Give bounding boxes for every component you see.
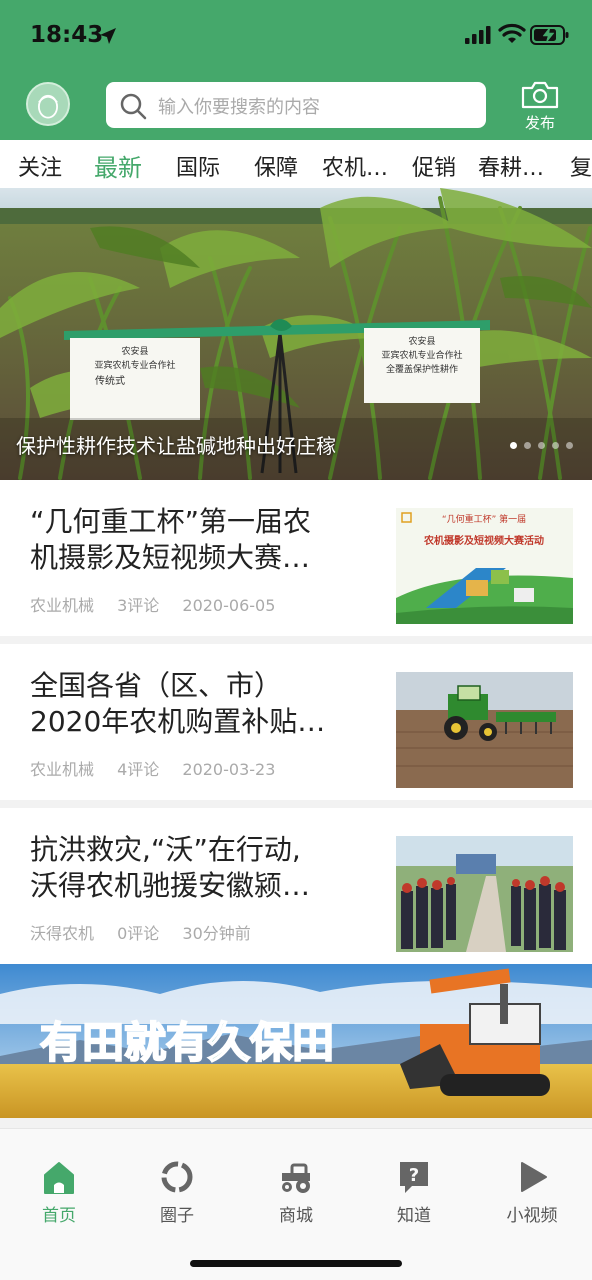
news-source: 沃得农机	[30, 924, 95, 943]
tab-agri-machinery[interactable]: 农机…	[322, 150, 388, 182]
tab-spring-plowing[interactable]: 春耕…	[478, 150, 544, 182]
circle-icon	[161, 1161, 193, 1193]
news-title: “几何重工杯”第一届农 机摄影及短视频大赛…	[30, 504, 360, 576]
nav-shop[interactable]: 商城	[246, 1159, 346, 1229]
sign-right-line2: 亚宾农机专业合作社	[381, 349, 462, 361]
news-title-line: 全国各省（区、市）	[30, 669, 283, 702]
publish-button[interactable]: 发布	[516, 80, 564, 132]
search-icon	[120, 93, 147, 120]
category-tabs: 关注 最新 国际 保障 农机… 促销 春耕… 复	[0, 140, 592, 188]
svg-text:?: ?	[409, 1165, 419, 1186]
play-icon	[521, 1162, 547, 1192]
tab-follow[interactable]: 关注	[18, 150, 62, 182]
tab-guarantee[interactable]: 保障	[254, 150, 298, 182]
banner-caption: 保护性耕作技术让盐碱地种出好庄稼	[16, 434, 336, 458]
home-icon	[44, 1162, 74, 1194]
avatar-face-icon	[28, 84, 68, 124]
news-thumbnail	[396, 836, 573, 952]
thumb-text-1: “几何重工杯” 第一届	[442, 513, 526, 525]
nav-circle[interactable]: 圈子	[127, 1159, 227, 1229]
news-comments: 4评论	[117, 760, 160, 779]
carousel-dot[interactable]	[524, 442, 531, 449]
flood-relief-crowd-image	[396, 836, 573, 952]
news-title-line: 沃得农机驰援安徽颍…	[30, 869, 311, 902]
news-comments: 3评论	[117, 596, 160, 615]
sign-left-line2: 亚宾农机专业合作社	[94, 359, 175, 371]
ad-slogan: 有田就有久保田	[40, 1018, 334, 1067]
tab-promotion[interactable]: 促销	[412, 150, 456, 182]
news-date: 30分钟前	[182, 924, 251, 943]
nav-know[interactable]: ? 知道	[364, 1159, 464, 1229]
publish-label: 发布	[524, 114, 555, 132]
news-meta: 沃得农机 0评论 30分钟前	[30, 920, 269, 944]
carousel-dot[interactable]	[538, 442, 545, 449]
news-title: 抗洪救灾,“沃”在行动, 沃得农机驰援安徽颍…	[30, 832, 360, 904]
nav-label: 小视频	[506, 1206, 558, 1226]
battery-charging-icon	[530, 25, 569, 45]
news-title-line: 抗洪救灾,“沃”在行动,	[30, 833, 301, 866]
sign-left-line1: 农安县	[121, 345, 148, 357]
bottom-tab-bar: 首页 圈子 商城 ? 知道 小视频	[0, 1128, 592, 1280]
wifi-icon	[498, 23, 526, 43]
nav-label: 商城	[279, 1206, 313, 1226]
search-placeholder: 输入你要搜索的内容	[158, 97, 320, 118]
user-avatar[interactable]	[26, 82, 70, 126]
carousel-dot[interactable]	[552, 442, 559, 449]
news-source: 农业机械	[30, 760, 95, 779]
news-comments: 0评论	[117, 924, 160, 943]
tractor-icon	[282, 1163, 310, 1193]
status-time: 18:43	[30, 22, 104, 48]
news-meta: 农业机械 4评论 2020-03-23	[30, 756, 293, 780]
location-arrow-icon	[100, 28, 116, 44]
nav-label: 圈子	[160, 1206, 194, 1226]
news-date: 2020-06-05	[182, 596, 276, 615]
nav-short-video[interactable]: 小视频	[482, 1159, 582, 1229]
sign-right-line1: 农安县	[408, 335, 435, 347]
nav-home[interactable]: 首页	[9, 1159, 109, 1229]
news-thumbnail: “几何重工杯” 第一届 农机摄影及短视频大赛活动	[396, 508, 573, 624]
news-source: 农业机械	[30, 596, 95, 615]
nav-label: 首页	[42, 1206, 76, 1226]
news-title: 全国各省（区、市） 2020年农机购置补贴…	[30, 668, 360, 740]
sign-right-line3: 全覆盖保护性耕作	[386, 363, 458, 375]
app-header: 18:43 输入你要搜索的内容 发布	[0, 0, 592, 140]
tractor-field-image	[396, 672, 573, 788]
hero-banner[interactable]: 农安县 亚宾农机专业合作社 传统式 农安县 亚宾农机专业合作社 全覆盖保护性耕作…	[0, 188, 592, 480]
camera-icon	[521, 81, 559, 109]
news-title-line: “几何重工杯”第一届农	[30, 505, 312, 538]
tab-more[interactable]: 复	[570, 150, 592, 182]
news-item[interactable]: 全国各省（区、市） 2020年农机购置补贴… 农业机械 4评论 2020-03-…	[0, 644, 592, 800]
news-title-line: 机摄影及短视频大赛…	[30, 541, 311, 574]
search-input[interactable]: 输入你要搜索的内容	[106, 82, 486, 128]
ad-banner[interactable]: 有田就有久保田	[0, 964, 592, 1118]
carousel-dot[interactable]	[510, 442, 517, 449]
contest-poster-image: “几何重工杯” 第一届 农机摄影及短视频大赛活动	[396, 508, 573, 624]
news-item[interactable]: 抗洪救灾,“沃”在行动, 沃得农机驰援安徽颍… 沃得农机 0评论 30分钟前	[0, 808, 592, 964]
nav-label: 知道	[397, 1206, 431, 1226]
sign-left-line3: 传统式	[95, 374, 125, 387]
kubota-ad-image: 有田就有久保田	[0, 964, 592, 1118]
tab-international[interactable]: 国际	[176, 150, 220, 182]
news-thumbnail	[396, 672, 573, 788]
news-meta: 农业机械 3评论 2020-06-05	[30, 592, 293, 616]
news-title-line: 2020年农机购置补贴…	[30, 705, 326, 738]
news-item[interactable]: “几何重工杯”第一届农 机摄影及短视频大赛… 农业机械 3评论 2020-06-…	[0, 480, 592, 636]
home-indicator[interactable]	[190, 1260, 402, 1267]
thumb-text-2: 农机摄影及短视频大赛活动	[423, 534, 544, 547]
question-icon: ?	[400, 1162, 428, 1193]
news-date: 2020-03-23	[182, 760, 276, 779]
cellular-signal-icon	[465, 26, 491, 44]
tab-latest[interactable]: 最新	[94, 148, 142, 183]
status-bar: 18:43	[0, 0, 592, 70]
carousel-dot[interactable]	[566, 442, 573, 449]
